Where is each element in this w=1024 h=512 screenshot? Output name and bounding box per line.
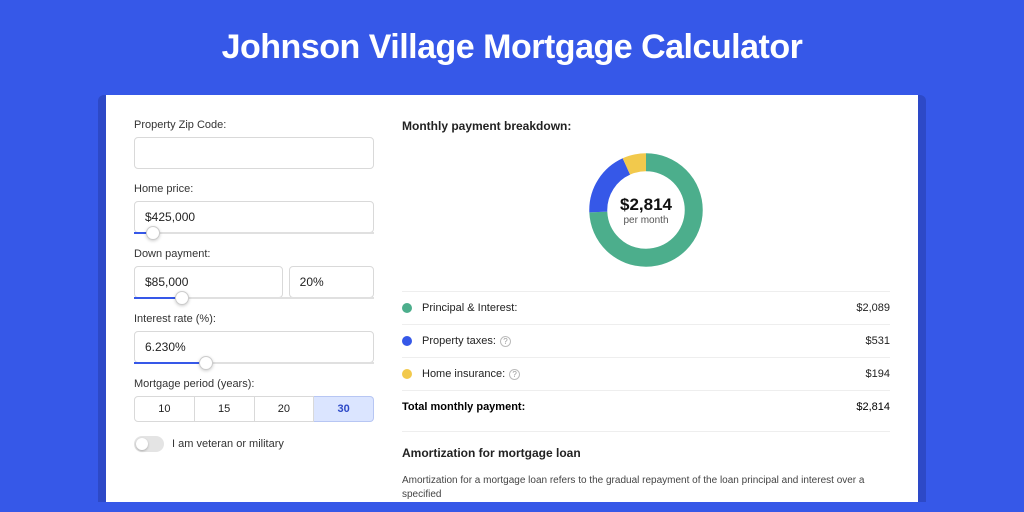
home-price-slider[interactable] (134, 232, 374, 234)
veteran-toggle[interactable] (134, 436, 164, 452)
total-label: Total monthly payment: (402, 401, 856, 413)
mortgage-period-tabs: 10 15 20 30 (134, 396, 374, 422)
breakdown-row-label: Property taxes: ? (422, 335, 866, 347)
total-value: $2,814 (856, 401, 890, 413)
calculator-panel: Property Zip Code: Home price: Down paym… (106, 95, 918, 502)
info-icon[interactable]: ? (509, 369, 520, 380)
zip-label: Property Zip Code: (134, 119, 374, 131)
amortization-title: Amortization for mortgage loan (402, 446, 890, 460)
page-title: Johnson Village Mortgage Calculator (0, 0, 1024, 87)
down-payment-slider-thumb[interactable] (175, 291, 189, 305)
down-payment-label: Down payment: (134, 248, 374, 260)
breakdown-row-label: Home insurance: ? (422, 368, 866, 380)
period-tab-10[interactable]: 10 (134, 396, 195, 422)
dot-icon (402, 303, 412, 313)
dot-icon (402, 369, 412, 379)
breakdown-label-text: Property taxes: (422, 335, 496, 347)
amortization-section: Amortization for mortgage loan Amortizat… (402, 431, 890, 502)
home-price-label: Home price: (134, 183, 374, 195)
interest-rate-slider-thumb[interactable] (199, 356, 213, 370)
breakdown-total-row: Total monthly payment: $2,814 (402, 390, 890, 423)
interest-rate-label: Interest rate (%): (134, 313, 374, 325)
period-tab-30[interactable]: 30 (314, 396, 374, 422)
form-column: Property Zip Code: Home price: Down paym… (134, 119, 374, 502)
breakdown-row-insurance: Home insurance: ? $194 (402, 357, 890, 390)
interest-rate-slider-fill (134, 362, 206, 364)
breakdown-row-taxes: Property taxes: ? $531 (402, 324, 890, 357)
breakdown-column: Monthly payment breakdown: $2,814 per mo… (402, 119, 890, 502)
down-payment-pct-input[interactable] (289, 266, 374, 298)
donut-chart: $2,814 per month (583, 147, 709, 273)
breakdown-row-principal: Principal & Interest: $2,089 (402, 291, 890, 324)
home-price-slider-thumb[interactable] (146, 226, 160, 240)
mortgage-period-field-group: Mortgage period (years): 10 15 20 30 (134, 378, 374, 422)
donut-sub: per month (623, 215, 668, 226)
interest-rate-field-group: Interest rate (%): (134, 313, 374, 364)
breakdown-row-value: $194 (866, 368, 890, 380)
home-price-input[interactable] (134, 201, 374, 233)
breakdown-title: Monthly payment breakdown: (402, 119, 890, 133)
zip-input[interactable] (134, 137, 374, 169)
info-icon[interactable]: ? (500, 336, 511, 347)
breakdown-row-label: Principal & Interest: (422, 302, 856, 314)
breakdown-label-text: Principal & Interest: (422, 302, 517, 314)
interest-rate-input[interactable] (134, 331, 374, 363)
breakdown-label-text: Home insurance: (422, 368, 505, 380)
home-price-field-group: Home price: (134, 183, 374, 234)
mortgage-period-label: Mortgage period (years): (134, 378, 374, 390)
veteran-toggle-row: I am veteran or military (134, 436, 374, 452)
interest-rate-slider[interactable] (134, 362, 374, 364)
period-tab-15[interactable]: 15 (195, 396, 255, 422)
period-tab-20[interactable]: 20 (255, 396, 315, 422)
dot-icon (402, 336, 412, 346)
zip-field-group: Property Zip Code: (134, 119, 374, 169)
down-payment-input[interactable] (134, 266, 283, 298)
down-payment-slider[interactable] (134, 297, 374, 299)
amortization-text: Amortization for a mortgage loan refers … (402, 474, 890, 502)
veteran-toggle-label: I am veteran or military (172, 438, 284, 450)
breakdown-row-value: $531 (866, 335, 890, 347)
panel-outer: Property Zip Code: Home price: Down paym… (98, 95, 926, 502)
donut-center: $2,814 per month (583, 147, 709, 273)
donut-amount: $2,814 (620, 195, 672, 215)
down-payment-field-group: Down payment: (134, 248, 374, 299)
breakdown-row-value: $2,089 (856, 302, 890, 314)
donut-chart-wrap: $2,814 per month (402, 147, 890, 273)
